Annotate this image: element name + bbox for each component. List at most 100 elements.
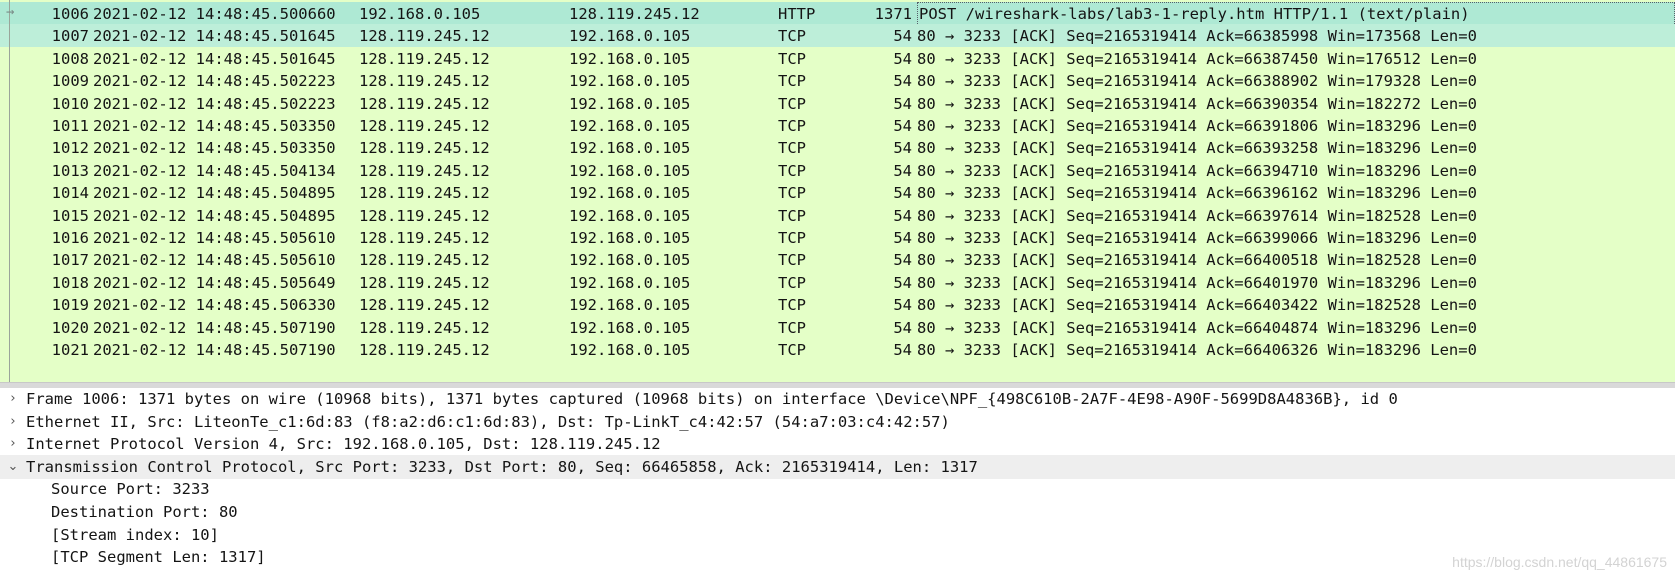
packet-destination: 192.168.0.105 (569, 49, 691, 68)
packet-destination: 192.168.0.105 (569, 94, 691, 113)
detail-tree-item[interactable]: › Internet Protocol Version 4, Src: 192.1… (0, 432, 1675, 456)
packet-length: 54 (893, 251, 912, 270)
packet-time: 2021-02-12 14:48:45.506330 (93, 296, 336, 315)
packet-source: 128.119.245.12 (359, 341, 490, 359)
detail-text: Destination Port: 80 (51, 503, 238, 521)
chevron-right-icon[interactable]: › (6, 432, 20, 456)
packet-source: 128.119.245.12 (359, 72, 490, 91)
packet-number: 1008 (51, 49, 89, 68)
packet-number: 1012 (51, 139, 89, 158)
packet-length: 54 (893, 27, 912, 46)
packet-protocol: TCP (778, 296, 806, 315)
packet-length: 54 (893, 273, 912, 292)
packet-row[interactable]: 1007 2021-02-12 14:48:45.501645 128.119.24… (0, 24, 1675, 49)
packet-time: 2021-02-12 14:48:45.503350 (93, 117, 336, 135)
packet-number: 1006 (51, 5, 89, 23)
packet-info: 80 → 3233 [ACK] Seq=2165319414 Ack=66396… (917, 184, 1477, 203)
packet-length: 54 (893, 72, 912, 91)
packet-time: 2021-02-12 14:48:45.503350 (93, 139, 336, 158)
packet-protocol: TCP (778, 161, 806, 180)
packet-length: 54 (893, 94, 912, 113)
related-packets-gutter (9, 0, 10, 382)
packet-time: 2021-02-12 14:48:45.504134 (93, 161, 336, 180)
chevron-down-icon[interactable]: ⌄ (6, 455, 20, 479)
packet-row[interactable]: 1019 2021-02-12 14:48:45.506330 128.119.24… (0, 293, 1675, 318)
packet-destination: 192.168.0.105 (569, 27, 691, 46)
packet-destination: 192.168.0.105 (569, 117, 691, 135)
detail-tree-item[interactable]: [Stream index: 10] (0, 523, 1675, 547)
packet-row[interactable]: 1011 2021-02-12 14:48:45.503350 128.119.24… (0, 114, 1675, 138)
packet-protocol: TCP (778, 94, 806, 113)
packet-info: 80 → 3233 [ACK] Seq=2165319414 Ack=66406… (917, 341, 1477, 359)
packet-time: 2021-02-12 14:48:45.501645 (93, 49, 336, 68)
packet-length: 54 (893, 229, 912, 247)
detail-tree-item[interactable]: › Ethernet II, Src: LiteonTe_c1:6d:83 (f8… (0, 410, 1675, 434)
packet-row[interactable]: 1018 2021-02-12 14:48:45.505649 128.119.24… (0, 270, 1675, 295)
packet-time: 2021-02-12 14:48:45.502223 (93, 72, 336, 91)
packet-row[interactable]: 1014 2021-02-12 14:48:45.504895 128.119.24… (0, 181, 1675, 206)
packet-protocol: TCP (778, 229, 806, 247)
packet-destination: 192.168.0.105 (569, 206, 691, 225)
packet-info: 80 → 3233 [ACK] Seq=2165319414 Ack=66401… (917, 273, 1477, 292)
packet-time: 2021-02-12 14:48:45.505649 (93, 273, 336, 292)
packet-length: 54 (893, 206, 912, 225)
packet-time: 2021-02-12 14:48:45.505610 (93, 251, 336, 270)
packet-info: 80 → 3233 [ACK] Seq=2165319414 Ack=66400… (917, 251, 1477, 270)
packet-row[interactable]: 1012 2021-02-12 14:48:45.503350 128.119.24… (0, 136, 1675, 161)
packet-row[interactable]: 1021 2021-02-12 14:48:45.507190 128.119.24… (0, 338, 1675, 362)
packet-time: 2021-02-12 14:48:45.504895 (93, 206, 336, 225)
packet-row[interactable]: 1020 2021-02-12 14:48:45.507190 128.119.24… (0, 315, 1675, 340)
packet-number: 1018 (51, 273, 89, 292)
packet-length: 54 (893, 318, 912, 337)
packet-info: 80 → 3233 [ACK] Seq=2165319414 Ack=66387… (917, 49, 1477, 68)
detail-tree-item[interactable]: › Frame 1006: 1371 bytes on wire (10968 b… (0, 387, 1675, 411)
packet-info: 80 → 3233 [ACK] Seq=2165319414 Ack=66388… (917, 72, 1477, 91)
packet-length: 54 (893, 117, 912, 135)
packet-length: 54 (893, 161, 912, 180)
packet-row[interactable]: 1016 2021-02-12 14:48:45.505610 128.119.24… (0, 226, 1675, 250)
packet-protocol: TCP (778, 139, 806, 158)
detail-tree-item[interactable]: Destination Port: 80 (0, 500, 1675, 524)
packet-info: 80 → 3233 [ACK] Seq=2165319414 Ack=66390… (917, 94, 1477, 113)
packet-protocol: TCP (778, 49, 806, 68)
packet-length: 54 (893, 184, 912, 203)
packet-source: 128.119.245.12 (359, 94, 490, 113)
packet-row[interactable]: 1006 2021-02-12 14:48:45.500660 192.168.0.… (0, 2, 1675, 26)
packet-row[interactable]: 1009 2021-02-12 14:48:45.502223 128.119.24… (0, 69, 1675, 94)
packet-info: 80 → 3233 [ACK] Seq=2165319414 Ack=66394… (917, 161, 1477, 180)
packet-row[interactable]: 1010 2021-02-12 14:48:45.502223 128.119.24… (0, 91, 1675, 116)
packet-source: 128.119.245.12 (359, 139, 490, 158)
packet-details[interactable]: › Frame 1006: 1371 bytes on wire (10968 b… (0, 388, 1675, 584)
packet-time: 2021-02-12 14:48:45.502223 (93, 94, 336, 113)
packet-list[interactable]: 1006 2021-02-12 14:48:45.500660 192.168.0.… (0, 0, 1675, 382)
request-arrow-icon: → (6, 4, 15, 20)
packet-row[interactable]: 1017 2021-02-12 14:48:45.505610 128.119.24… (0, 248, 1675, 273)
chevron-right-icon[interactable]: › (6, 410, 20, 434)
packet-destination: 192.168.0.105 (569, 273, 691, 292)
packet-number: 1020 (51, 318, 89, 337)
packet-protocol: TCP (778, 27, 806, 46)
packet-protocol: TCP (778, 184, 806, 203)
detail-text: Transmission Control Protocol, Src Port:… (26, 457, 978, 476)
chevron-right-icon[interactable]: › (6, 387, 20, 411)
packet-source: 128.119.245.12 (359, 273, 490, 292)
detail-tree-item[interactable]: [TCP Segment Len: 1317] (0, 545, 1675, 569)
detail-text: Source Port: 3233 (51, 480, 210, 499)
packet-number: 1014 (51, 184, 89, 203)
packet-row[interactable]: 1013 2021-02-12 14:48:45.504134 128.119.24… (0, 158, 1675, 183)
packet-info: 80 → 3233 [ACK] Seq=2165319414 Ack=66397… (917, 206, 1477, 225)
packet-protocol: TCP (778, 117, 806, 135)
packet-number: 1017 (51, 251, 89, 270)
packet-row[interactable]: 1015 2021-02-12 14:48:45.504895 128.119.24… (0, 203, 1675, 228)
packet-row[interactable]: 1008 2021-02-12 14:48:45.501645 128.119.24… (0, 46, 1675, 71)
detail-text: [TCP Segment Len: 1317] (51, 548, 266, 567)
packet-length: 1371 (874, 5, 912, 23)
detail-text: Internet Protocol Version 4, Src: 192.16… (26, 435, 661, 454)
packet-protocol: TCP (778, 72, 806, 91)
packet-length: 54 (893, 49, 912, 68)
detail-tree-item[interactable]: Source Port: 3233 (0, 477, 1675, 501)
packet-time: 2021-02-12 14:48:45.500660 (93, 5, 336, 23)
detail-tree-item[interactable]: ⌄ Transmission Control Protocol, Src Port… (0, 454, 1675, 479)
packet-protocol: TCP (778, 341, 806, 359)
packet-source: 128.119.245.12 (359, 229, 490, 247)
